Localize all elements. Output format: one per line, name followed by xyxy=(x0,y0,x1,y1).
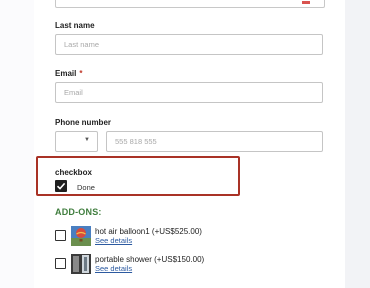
email-label: Email * xyxy=(55,69,83,78)
last-name-input[interactable] xyxy=(55,34,323,55)
addon-checkbox-hot-air-balloon[interactable] xyxy=(55,230,66,241)
left-background-stripe xyxy=(0,0,34,288)
checkbox-field-title: checkbox xyxy=(55,168,92,177)
addon-name-portable-shower: portable shower (+US$150.00) xyxy=(95,255,205,264)
done-checkbox[interactable] xyxy=(55,180,67,192)
addons-title: ADD-ONS: xyxy=(55,207,102,217)
checkbox-field-group: checkbox Done xyxy=(36,156,240,196)
error-indicator-icon xyxy=(302,1,310,4)
checkmark-icon xyxy=(56,182,66,190)
right-gutter xyxy=(345,0,370,288)
country-code-select[interactable]: ▼ xyxy=(55,131,98,152)
chevron-down-icon: ▼ xyxy=(84,137,90,143)
phone-number-input[interactable] xyxy=(106,131,323,152)
see-details-link-portable-shower[interactable]: See details xyxy=(95,264,132,273)
required-asterisk: * xyxy=(79,69,83,78)
phone-number-label: Phone number xyxy=(55,118,112,127)
addon-checkbox-portable-shower[interactable] xyxy=(55,258,66,269)
done-checkbox-label: Done xyxy=(77,183,95,192)
email-input[interactable] xyxy=(55,82,323,103)
balloon-thumbnail-icon xyxy=(71,226,91,246)
see-details-link-hot-air-balloon[interactable]: See details xyxy=(95,236,132,245)
addon-name-hot-air-balloon: hot air balloon1 (+US$525.00) xyxy=(95,227,202,236)
shower-thumbnail-icon xyxy=(71,254,91,274)
previous-input-field[interactable] xyxy=(55,0,325,8)
last-name-label: Last name xyxy=(55,21,95,30)
